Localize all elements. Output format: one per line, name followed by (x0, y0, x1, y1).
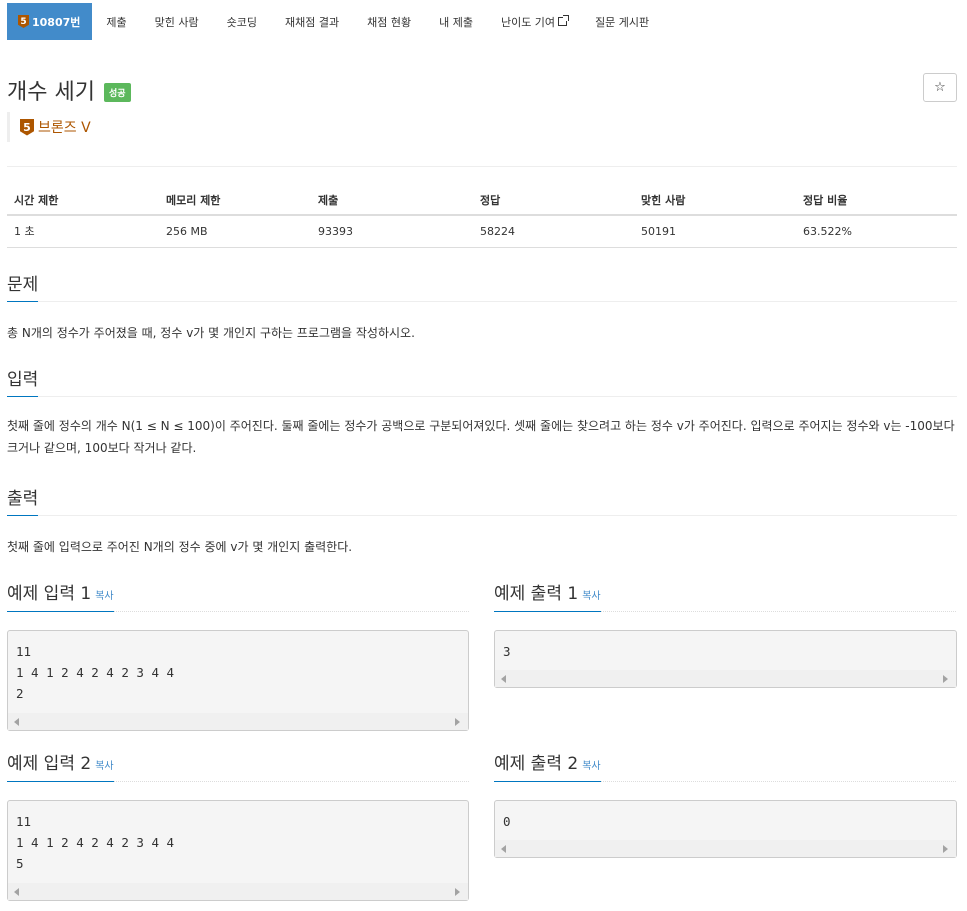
tab-rejudge-results[interactable]: 재채점 결과 (271, 3, 353, 40)
star-icon: ☆ (934, 80, 946, 95)
horizontal-scrollbar[interactable] (495, 670, 956, 687)
header-accept-ratio: 정답 비율 (796, 186, 957, 216)
copy-button[interactable]: 복사 (95, 761, 113, 772)
tab-judge-status[interactable]: 채점 현황 (353, 3, 425, 40)
sample-output-2-title: 예제 출력 2 (494, 754, 579, 774)
table-header-row: 시간 제한 메모리 제한 제출 정답 맞힌 사람 정답 비율 (7, 186, 957, 216)
scroll-right-icon[interactable] (943, 845, 948, 853)
bronze-tier-icon: 5 (20, 118, 34, 136)
scroll-left-icon[interactable] (14, 718, 19, 726)
accepted-value: 58224 (473, 215, 634, 248)
sample-output-2-code: 0 (503, 814, 511, 829)
problem-description: 총 N개의 정수가 주어졌을 때, 정수 v가 몇 개인지 구하는 프로그램을 … (7, 326, 415, 340)
input-section-header: 입력 (7, 365, 957, 397)
sample-input-2-title: 예제 입력 2 (7, 754, 92, 774)
scroll-left-icon[interactable] (501, 845, 506, 853)
tier-text[interactable]: 브론즈 V (38, 117, 91, 137)
scroll-right-icon[interactable] (455, 718, 460, 726)
tab-difficulty-label: 난이도 기여 (500, 15, 556, 29)
divider (7, 166, 957, 167)
tab-problem-label: 10807번 (32, 15, 81, 29)
tab-submit[interactable]: 제출 (92, 3, 140, 40)
scroll-left-icon[interactable] (14, 888, 19, 896)
header-solved-users: 맞힌 사람 (634, 186, 796, 216)
scroll-right-icon[interactable] (455, 888, 460, 896)
header-memory-limit: 메모리 제한 (159, 186, 311, 216)
sample-input-2-code: 11 1 4 1 2 4 2 4 2 3 4 4 5 (16, 814, 175, 871)
sample-input-2-box[interactable]: 11 1 4 1 2 4 2 4 2 3 4 4 5 (7, 800, 469, 901)
problem-info-table: 시간 제한 메모리 제한 제출 정답 맞힌 사람 정답 비율 1 초 256 M… (7, 186, 957, 248)
bronze-tier-icon: 5 (18, 15, 29, 28)
tab-solved-users[interactable]: 맞힌 사람 (141, 3, 213, 40)
header-submissions: 제출 (311, 186, 473, 216)
output-heading: 출력 (7, 484, 39, 516)
sample-input-1-box[interactable]: 11 1 4 1 2 4 2 4 2 3 4 4 2 (7, 630, 469, 731)
input-heading: 입력 (7, 365, 39, 397)
sample-output-2-header: 예제 출력 2 복사 (494, 749, 956, 782)
scroll-right-icon[interactable] (943, 675, 948, 683)
tab-short-coding[interactable]: 숏코딩 (213, 3, 271, 40)
submissions-value: 93393 (311, 215, 473, 248)
tab-problem[interactable]: 5 10807번 (7, 3, 93, 40)
time-limit-value: 1 초 (7, 215, 159, 248)
output-description: 첫째 줄에 입력으로 주어진 N개의 정수 중에 v가 몇 개인지 출력한다. (7, 540, 353, 554)
sample-input-2-header: 예제 입력 2 복사 (7, 749, 469, 782)
copy-button[interactable]: 복사 (582, 591, 600, 602)
horizontal-scrollbar[interactable] (8, 713, 468, 730)
header-time-limit: 시간 제한 (7, 186, 159, 216)
sample-output-1-title: 예제 출력 1 (494, 584, 579, 604)
sample-output-1-box[interactable]: 3 (494, 630, 957, 688)
star-button[interactable]: ☆ (923, 73, 957, 102)
input-description: 첫째 줄에 정수의 개수 N(1 ≤ N ≤ 100)이 주어진다. 둘째 줄에… (7, 419, 955, 455)
sample-input-1-code: 11 1 4 1 2 4 2 4 2 3 4 4 2 (16, 644, 175, 701)
header-accepted: 정답 (473, 186, 634, 216)
copy-button[interactable]: 복사 (582, 761, 600, 772)
page-title: 개수 세기 (7, 80, 95, 105)
accept-ratio-value: 63.522% (796, 215, 957, 248)
sample-output-1-header: 예제 출력 1 복사 (494, 579, 956, 612)
tab-difficulty-contribution[interactable]: 난이도 기여 (487, 3, 581, 40)
tier-label: 5 브론즈 V (7, 112, 91, 142)
sample-input-1-title: 예제 입력 1 (7, 584, 92, 604)
scroll-left-icon[interactable] (501, 675, 506, 683)
solved-users-value: 50191 (634, 215, 796, 248)
sample-output-2-box[interactable]: 0 (494, 800, 957, 858)
external-link-icon (558, 15, 570, 26)
status-badge: 성공 (104, 83, 131, 102)
tab-question-board[interactable]: 질문 게시판 (581, 3, 663, 40)
sample-input-1-header: 예제 입력 1 복사 (7, 579, 469, 612)
copy-button[interactable]: 복사 (95, 591, 113, 602)
horizontal-scrollbar[interactable] (8, 883, 468, 900)
problem-section-header: 문제 (7, 270, 957, 302)
output-section-header: 출력 (7, 484, 957, 516)
problem-menu: 5 10807번 제출 맞힌 사람 숏코딩 재채점 결과 채점 현황 내 제출 … (7, 3, 663, 40)
problem-heading: 문제 (7, 270, 39, 302)
horizontal-scrollbar[interactable] (495, 840, 956, 857)
table-row: 1 초 256 MB 93393 58224 50191 63.522% (7, 215, 957, 248)
memory-limit-value: 256 MB (159, 215, 311, 248)
sample-output-1-code: 3 (503, 644, 511, 659)
tab-my-submissions[interactable]: 내 제출 (425, 3, 487, 40)
